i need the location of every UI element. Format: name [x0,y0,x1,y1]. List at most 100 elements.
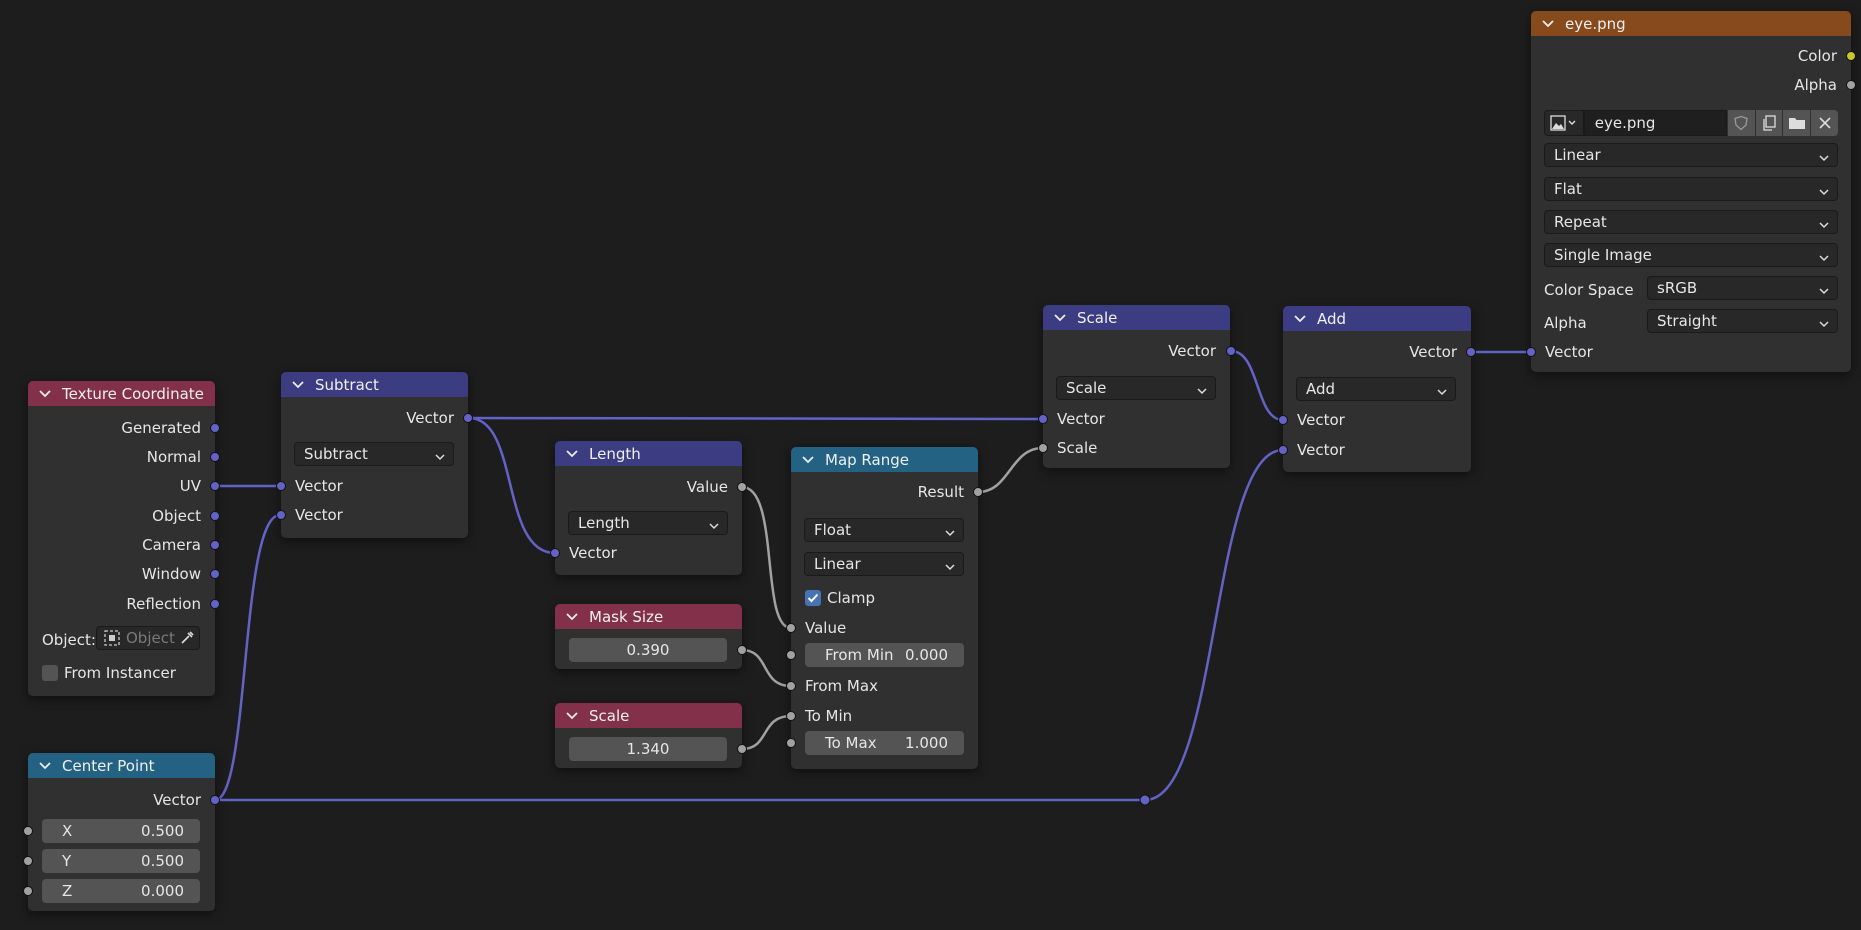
socket-vector-in-1[interactable] [1278,415,1288,425]
chevron-down-icon[interactable] [1053,313,1069,323]
socket-object[interactable] [210,511,220,521]
object-picker[interactable]: Object [96,626,200,650]
node-header[interactable]: Map Range [791,447,978,472]
image-browse-button[interactable] [1544,110,1584,136]
input-value: Value [791,617,978,639]
socket-y-in[interactable] [23,856,33,866]
node-header[interactable]: Subtract [281,372,468,397]
color-space-dropdown[interactable]: sRGB [1647,276,1838,300]
alpha-mode-dropdown[interactable]: Straight [1647,309,1838,333]
open-image-button[interactable] [1783,110,1811,136]
eyedropper-icon[interactable] [179,630,195,650]
interpolation-dropdown[interactable]: Linear [804,552,964,576]
socket-uv[interactable] [210,481,220,491]
socket-label: Vector [406,409,454,427]
node-scale-vector[interactable]: Scale Vector Scale Vector Scale [1038,305,1236,468]
node-header[interactable]: Mask Size [555,604,742,629]
node-subtract[interactable]: Subtract Vector Subtract Vector Vector [276,372,473,538]
socket-vector-out[interactable] [1466,347,1476,357]
operation-dropdown[interactable]: Length [568,511,728,535]
unlink-image-button[interactable] [1811,110,1839,136]
socket-from-max-in[interactable] [786,681,796,691]
socket-reflection[interactable] [210,599,220,609]
socket-x-in[interactable] [23,826,33,836]
node-image-texture[interactable]: eye.png Color Alpha eye.png Linear Flat … [1526,11,1856,372]
socket-value-out[interactable] [737,744,747,754]
node-map-range[interactable]: Map Range Result Float Linear Clamp Valu… [786,447,983,769]
mask-size-field[interactable]: 0.390 [569,638,727,662]
chevron-down-icon[interactable] [38,389,54,399]
node-add[interactable]: Add Vector Add Vector Vector [1278,306,1476,472]
interpolation-dropdown[interactable]: Linear [1544,143,1838,167]
chevron-down-icon[interactable] [565,449,581,459]
duplicate-button[interactable] [1755,110,1783,136]
socket-vector-in-1[interactable] [276,481,286,491]
from-min-field[interactable]: From Min 0.000 [805,643,964,667]
node-header[interactable]: Add [1283,306,1471,331]
socket-to-max-in[interactable] [786,738,796,748]
socket-camera[interactable] [210,540,220,550]
output-value: Value [555,476,742,498]
x-field[interactable]: X 0.500 [42,819,200,843]
extension-dropdown[interactable]: Repeat [1544,210,1838,234]
chevron-down-icon[interactable] [565,711,581,721]
source-dropdown[interactable]: Single Image [1544,243,1838,267]
socket-to-min-in[interactable] [786,711,796,721]
operation-dropdown[interactable]: Add [1296,377,1456,401]
node-scale-value[interactable]: Scale 1.340 [555,703,747,768]
socket-value-out[interactable] [737,482,747,492]
node-length[interactable]: Length Value Length Vector [550,441,747,575]
image-name-field[interactable]: eye.png [1583,110,1727,136]
node-header[interactable]: Scale [555,703,742,728]
node-title: Length [589,444,641,463]
socket-vector-in[interactable] [1038,414,1048,424]
chevron-down-icon[interactable] [38,761,54,771]
socket-normal[interactable] [210,452,220,462]
chevron-down-icon[interactable] [1293,314,1309,324]
socket-vector-out[interactable] [1226,346,1236,356]
to-max-field[interactable]: To Max 1.000 [805,731,964,755]
socket-generated[interactable] [210,423,220,433]
node-mask-size[interactable]: Mask Size 0.390 [555,604,747,669]
chevron-down-icon[interactable] [565,612,581,622]
node-header[interactable]: eye.png [1531,11,1851,36]
scale-value-field[interactable]: 1.340 [569,737,727,761]
output-vector: Vector [1283,341,1471,363]
chevron-down-icon[interactable] [801,455,817,465]
output-vector: Vector [28,789,215,811]
operation-dropdown[interactable]: Subtract [294,442,454,466]
socket-vector-in[interactable] [550,548,560,558]
socket-vector-in-2[interactable] [276,510,286,520]
data-type-dropdown[interactable]: Float [804,518,964,542]
socket-vector-in[interactable] [1526,347,1536,357]
socket-from-min-in[interactable] [786,650,796,660]
chevron-down-icon[interactable] [291,380,307,390]
node-header[interactable]: Center Point [28,753,215,778]
socket-value-out[interactable] [737,645,747,655]
socket-z-in[interactable] [23,886,33,896]
from-instancer-checkbox[interactable] [42,665,58,681]
socket-window[interactable] [210,569,220,579]
y-field[interactable]: Y 0.500 [42,849,200,873]
z-field[interactable]: Z 0.000 [42,879,200,903]
socket-vector-out[interactable] [210,795,220,805]
socket-vector-in-2[interactable] [1278,445,1288,455]
socket-color-out[interactable] [1846,51,1856,61]
clamp-checkbox[interactable] [805,590,821,606]
socket-result-out[interactable] [973,487,983,497]
link-maprange-scale [976,446,1045,494]
chevron-down-icon[interactable] [1541,19,1557,29]
socket-alpha-out[interactable] [1846,80,1856,90]
fake-user-button[interactable] [1727,110,1755,136]
node-header[interactable]: Scale [1043,305,1230,330]
node-center-point[interactable]: Center Point Vector X 0.500 Y 0.500 Z 0.000 [23,753,220,911]
operation-dropdown[interactable]: Scale [1056,376,1216,400]
socket-scale-in[interactable] [1038,443,1048,453]
socket-value-in[interactable] [786,623,796,633]
projection-dropdown[interactable]: Flat [1544,177,1838,201]
node-texture-coordinate[interactable]: Texture Coordinate Generated Normal UV O… [28,381,220,696]
node-header[interactable]: Length [555,441,742,466]
input-from-max: From Max [791,675,978,697]
socket-vector-out[interactable] [463,413,473,423]
node-header[interactable]: Texture Coordinate [28,381,215,406]
